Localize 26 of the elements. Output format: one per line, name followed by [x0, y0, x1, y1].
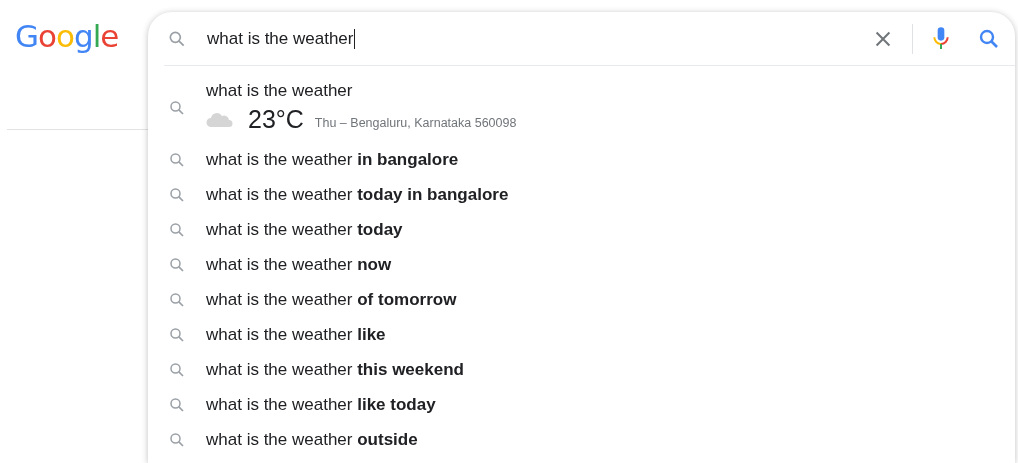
search-icon: [168, 290, 186, 309]
suggestion-item[interactable]: what is the weather outside: [206, 429, 418, 450]
search-icon: [168, 255, 186, 274]
temperature: 23°C: [248, 105, 304, 134]
search-icon: [168, 98, 186, 117]
search-icon: [168, 185, 186, 204]
suggestion-item[interactable]: what is the weather like: [206, 324, 386, 345]
search-icon: [168, 325, 186, 344]
cloud-icon: [206, 111, 234, 128]
suggestion-item[interactable]: what is the weather now: [206, 254, 392, 275]
suggestion-item[interactable]: what is the weather today: [206, 219, 403, 240]
search-icon: [168, 430, 186, 449]
search-icon: [168, 360, 186, 379]
search-icon: [168, 220, 186, 239]
suggestion-item[interactable]: what is the weather today in bangalore: [206, 184, 509, 205]
suggestion-item[interactable]: what is the weather this weekend: [206, 359, 464, 380]
google-logo[interactable]: Google: [0, 0, 148, 68]
suggestion-item[interactable]: what is the weather in bangalore: [206, 149, 459, 170]
suggestion-item[interactable]: what is the weather like today: [206, 394, 436, 415]
search-input[interactable]: what is the weather: [207, 28, 872, 49]
weather-details: Thu – Bengaluru, Karnataka 560098: [314, 115, 517, 130]
search-icon: [168, 395, 186, 414]
suggestion-item[interactable]: what is the weather of tomorrow: [206, 289, 457, 310]
microphone-icon[interactable]: [931, 25, 951, 52]
suggestion-text[interactable]: what is the weather: [206, 81, 517, 101]
search-icon: [168, 150, 186, 169]
